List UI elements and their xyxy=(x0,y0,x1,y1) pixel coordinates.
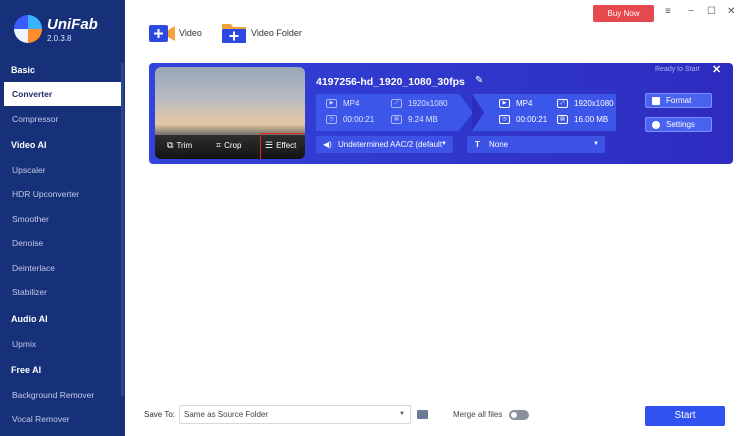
resolution-icon: ⤢ xyxy=(391,99,402,108)
video-thumbnail[interactable]: ⧉ Trim ⌗ Crop ☰ Effect xyxy=(155,67,305,159)
sidebar-item-smoother[interactable]: Smoother xyxy=(0,207,125,231)
add-folder-button[interactable]: Video Folder xyxy=(221,22,302,44)
format-icon xyxy=(652,97,660,105)
status-text: Ready to Start xyxy=(655,66,700,73)
sidebar-section-audio-ai: Audio AI xyxy=(11,314,48,324)
output-format: ▶ MP4 xyxy=(499,99,532,108)
app-window: UniFab 2.0.3.8 Basic Converter Compresso… xyxy=(0,0,740,436)
add-folder-label: Video Folder xyxy=(251,28,302,38)
add-video-label: Video xyxy=(179,28,202,38)
close-icon[interactable]: ✕ xyxy=(727,6,735,17)
start-button[interactable]: Start xyxy=(645,406,725,426)
effect-highlight-box xyxy=(260,133,305,159)
sidebar-item-background-remover[interactable]: Background Remover xyxy=(0,383,125,407)
maximize-icon[interactable]: ☐ xyxy=(707,6,716,17)
task-card: ⧉ Trim ⌗ Crop ☰ Effect 4197256-hd_1920_1… xyxy=(149,63,733,164)
sidebar-item-deinterlace[interactable]: Deinterlace xyxy=(0,256,125,280)
subtitle-icon: T xyxy=(475,140,480,149)
crop-button[interactable]: ⌗ Crop xyxy=(216,140,241,151)
save-to-dropdown[interactable]: Same as Source Folder ▼ xyxy=(179,405,411,424)
save-to-value: Same as Source Folder xyxy=(184,410,269,419)
app-name: UniFab xyxy=(47,16,98,33)
source-duration: ◷ 00:00:21 xyxy=(326,115,374,124)
app-version: 2.0.3.8 xyxy=(47,34,72,43)
unifab-logo-icon xyxy=(14,15,42,43)
audio-track-value: Undetermined AAC/2 (default xyxy=(338,140,443,149)
output-duration: ◷ 00:00:21 xyxy=(499,115,547,124)
resolution-icon: ⤢ xyxy=(557,99,568,108)
file-size-icon: ▤ xyxy=(391,115,402,124)
clock-icon: ◷ xyxy=(499,115,510,124)
settings-button[interactable]: Settings xyxy=(645,117,712,132)
remove-task-icon[interactable]: ✕ xyxy=(712,63,721,76)
trim-label: Trim xyxy=(176,141,193,150)
clock-icon: ◷ xyxy=(326,115,337,124)
crop-icon: ⌗ xyxy=(216,140,222,150)
source-resolution: ⤢ 1920x1080 xyxy=(391,99,448,108)
sidebar-item-hdr-upconverter[interactable]: HDR Upconverter xyxy=(0,182,125,206)
minimize-icon[interactable]: − xyxy=(688,6,694,17)
sidebar-section-video-ai: Video AI xyxy=(11,140,47,150)
gear-icon xyxy=(652,121,660,129)
speaker-icon: ◀) xyxy=(323,140,332,149)
buy-now-button[interactable]: Buy Now xyxy=(593,5,654,22)
sidebar-item-stabilizer[interactable]: Stabilizer xyxy=(0,280,125,304)
sidebar-item-denoise[interactable]: Denoise xyxy=(0,231,125,255)
trim-icon: ⧉ xyxy=(167,140,174,150)
merge-toggle[interactable] xyxy=(509,410,529,420)
add-folder-icon xyxy=(221,22,246,44)
format-icon: ▶ xyxy=(499,99,510,108)
sidebar-item-upmix[interactable]: Upmix xyxy=(0,332,125,356)
sidebar-item-upscaler[interactable]: Upscaler xyxy=(0,158,125,182)
sidebar-item-vocal-remover[interactable]: Vocal Remover xyxy=(0,407,125,431)
chevron-down-icon: ▼ xyxy=(593,141,599,147)
output-resolution: ⤢ 1920x1080 xyxy=(557,99,614,108)
add-video-icon xyxy=(149,22,175,44)
edit-name-icon[interactable]: ✎ xyxy=(475,75,483,86)
audio-track-dropdown[interactable]: ◀) Undetermined AAC/2 (default ▼ xyxy=(316,136,453,153)
sidebar-scrollbar[interactable] xyxy=(121,63,124,396)
sidebar-item-compressor[interactable]: Compressor xyxy=(0,107,125,131)
sidebar-section-free-ai: Free AI xyxy=(11,365,42,375)
format-icon: ▶ xyxy=(326,99,337,108)
source-format: ▶ MP4 xyxy=(326,99,359,108)
menu-icon[interactable]: ≡ xyxy=(665,6,671,17)
trim-button[interactable]: ⧉ Trim xyxy=(167,140,192,151)
file-size-icon: ▤ xyxy=(557,115,568,124)
thumbnail-toolbar: ⧉ Trim ⌗ Crop ☰ Effect xyxy=(155,133,305,159)
sidebar-section-basic: Basic xyxy=(11,65,36,75)
folder-icon[interactable] xyxy=(417,410,428,419)
sidebar-item-converter[interactable]: Converter xyxy=(4,82,124,106)
format-button[interactable]: Format xyxy=(645,93,712,108)
subtitle-dropdown[interactable]: T None ▼ xyxy=(467,136,605,153)
chevron-down-icon: ▼ xyxy=(399,411,405,417)
video-filename: 4197256-hd_1920_1080_30fps xyxy=(316,76,465,88)
chevron-down-icon: ▼ xyxy=(441,141,447,147)
source-size: ▤ 9.24 MB xyxy=(391,115,438,124)
add-video-button[interactable]: Video xyxy=(149,22,202,44)
crop-label: Crop xyxy=(224,141,242,150)
subtitle-value: None xyxy=(489,140,509,149)
output-size: ▤ 16.00 MB xyxy=(557,115,608,124)
merge-all-files-label: Merge all files xyxy=(453,410,503,419)
save-to-label: Save To: xyxy=(144,410,175,419)
sidebar: UniFab 2.0.3.8 Basic Converter Compresso… xyxy=(0,0,125,436)
